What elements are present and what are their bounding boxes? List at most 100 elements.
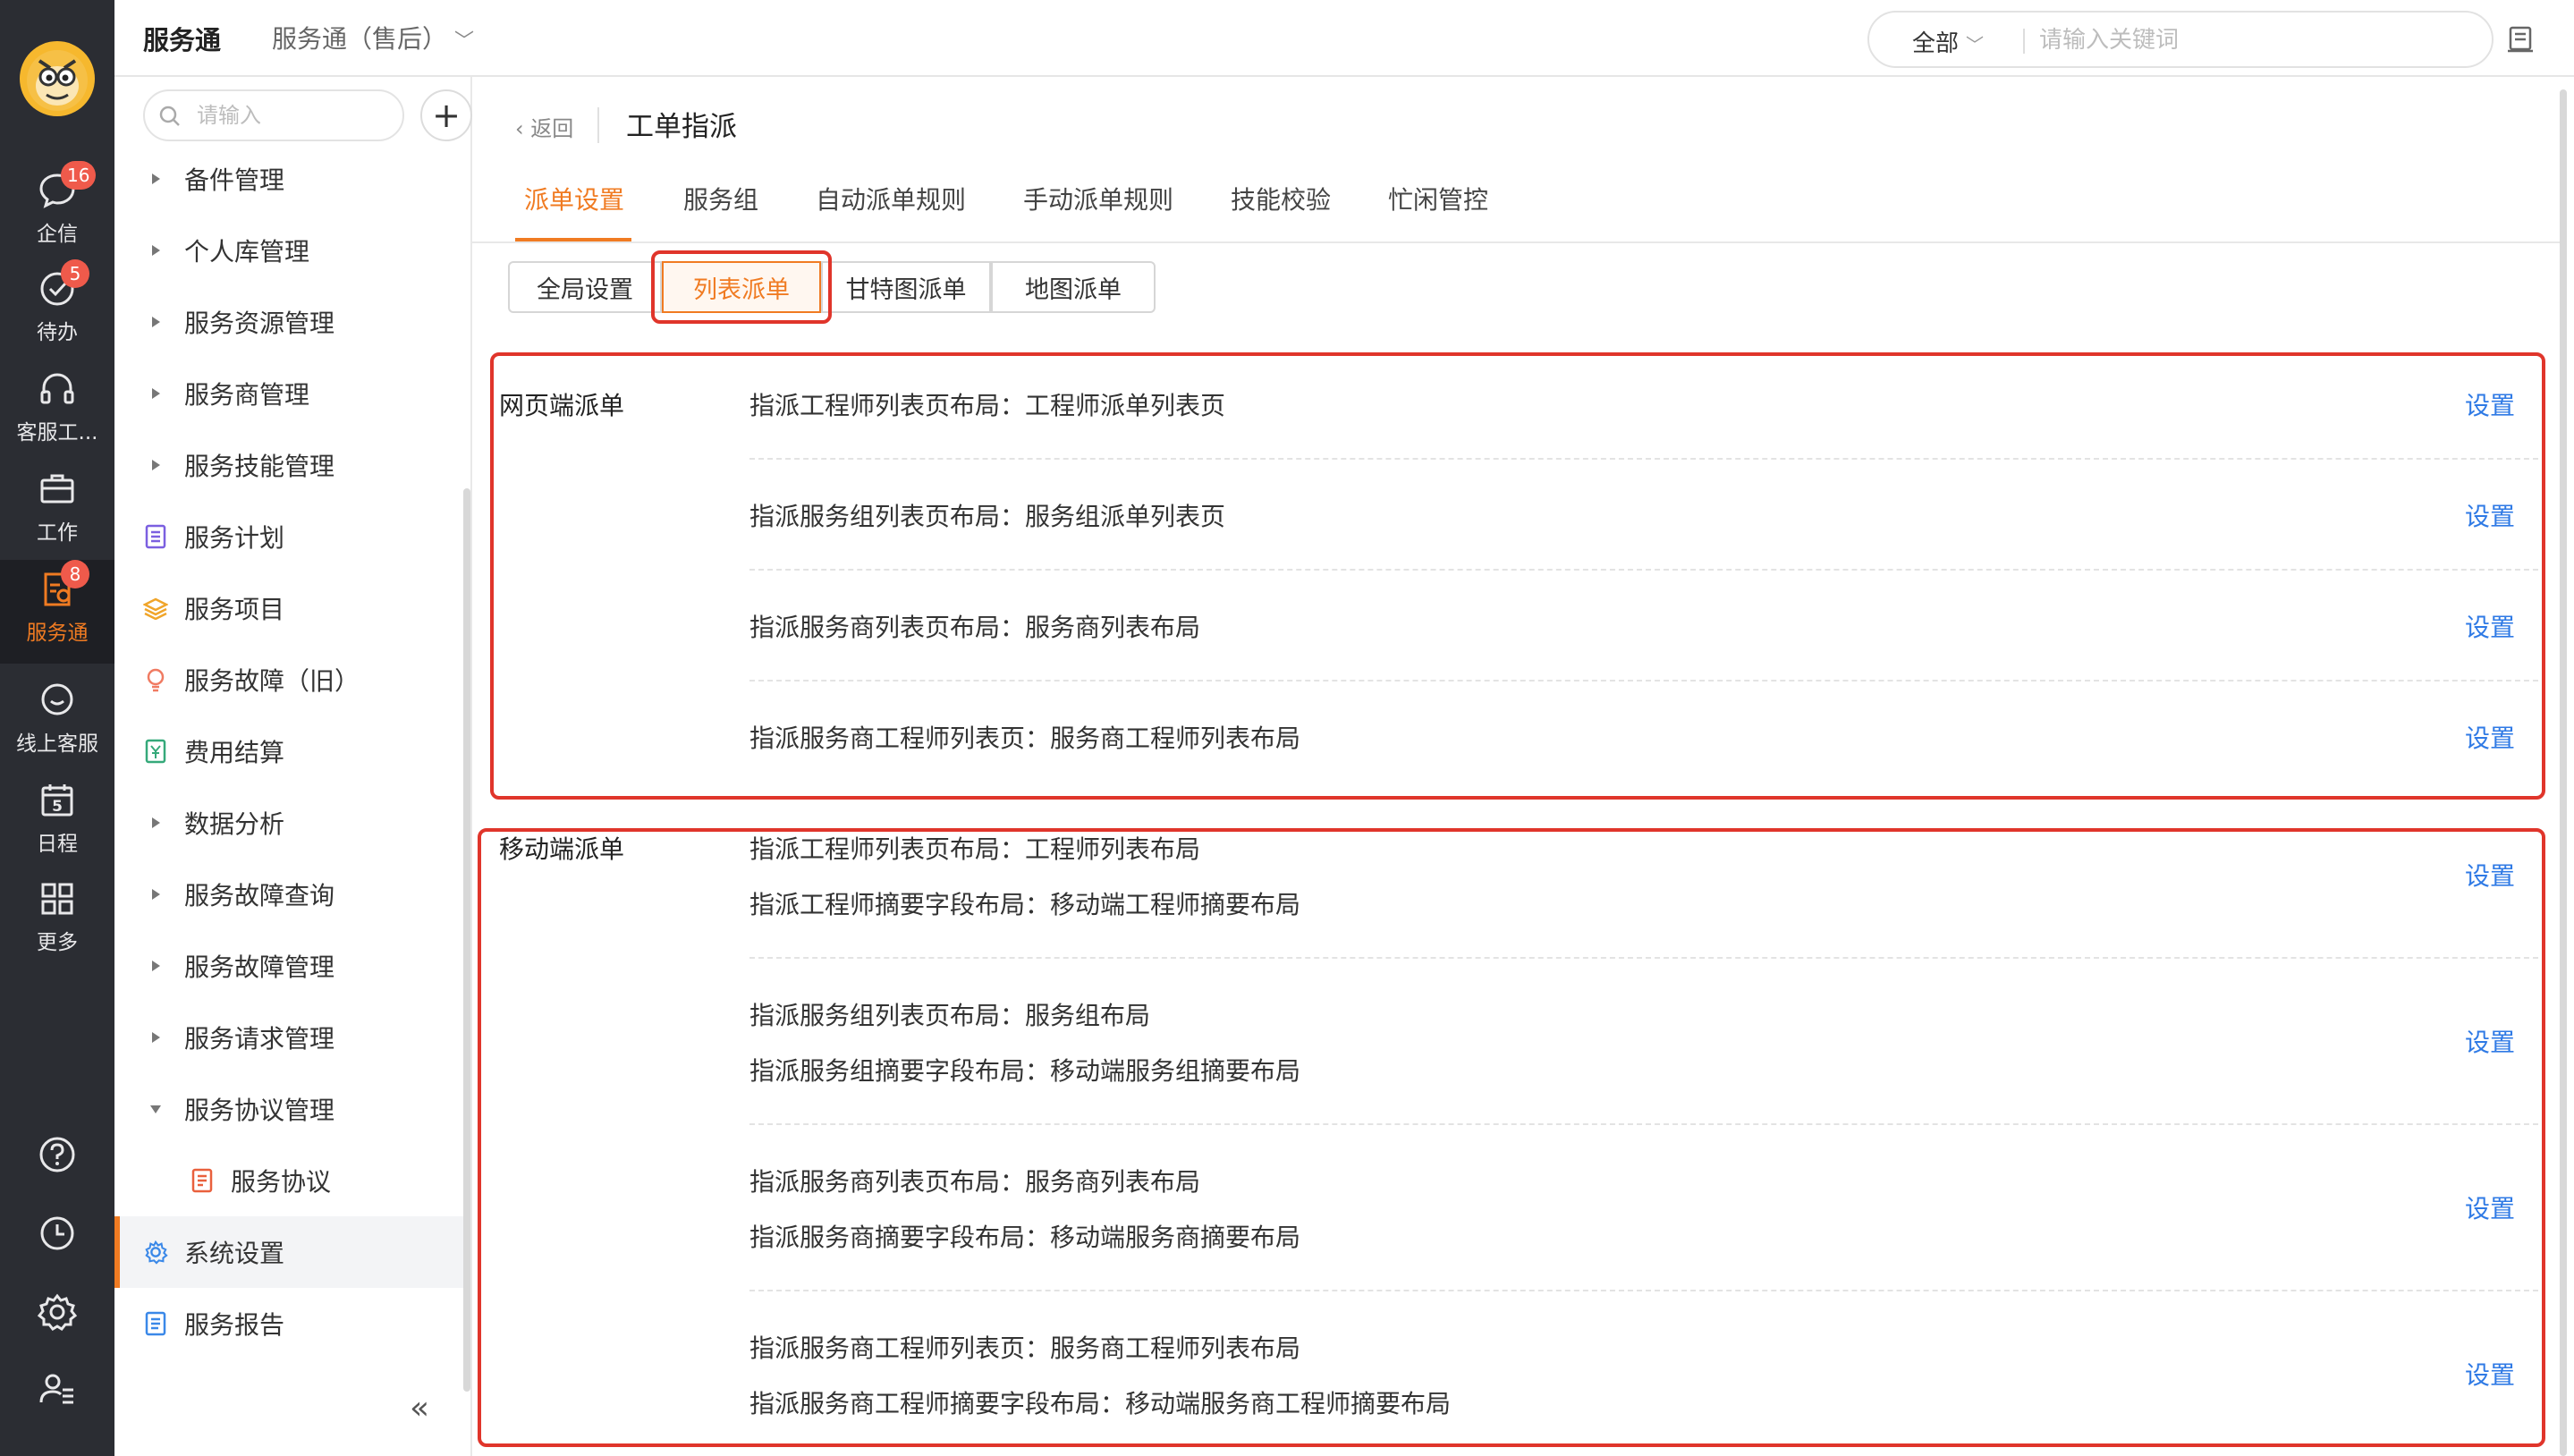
tab-manual-rules[interactable]: 手动派单规则 <box>1023 181 1173 216</box>
chevron-down-icon: ﹀ <box>454 30 475 53</box>
sidebar-item-service-report[interactable]: 服务报告 <box>114 1288 465 1359</box>
mobile-row-settings-link[interactable]: 设置 <box>2465 1356 2515 1392</box>
tab-availability[interactable]: 忙闲管控 <box>1388 181 1488 216</box>
mobile-row-line2: 指派服务组摘要字段布局：移动端服务组摘要布局 <box>749 1056 1301 1086</box>
web-row-text: 指派服务商列表页布局：服务商列表布局 <box>749 613 1201 642</box>
rail-item-online-service[interactable]: 线上客服 <box>0 671 114 767</box>
rail-item-service[interactable]: 8 服务通 <box>0 560 114 664</box>
sidebar-item-label: 费用结算 <box>184 738 285 767</box>
calendar-day: 5 <box>52 798 63 816</box>
sidebar-item-agreement[interactable]: 服务协议 <box>114 1145 465 1216</box>
history-button[interactable] <box>0 1202 114 1265</box>
sidebar-item-label: 服务协议管理 <box>184 1096 335 1125</box>
rail-item-support[interactable]: 客服工... <box>0 360 114 456</box>
web-row-settings-link[interactable]: 设置 <box>2465 719 2515 755</box>
web-row-settings-link[interactable]: 设置 <box>2465 608 2515 644</box>
mobile-row-line2: 指派服务商工程师摘要字段布局：移动端服务商工程师摘要布局 <box>749 1389 1452 1418</box>
doc-list-icon <box>190 1168 215 1193</box>
tab-dispatch-settings[interactable]: 派单设置 <box>524 181 624 216</box>
sidebar-item-label: 服务故障（旧） <box>184 666 360 696</box>
rail-item-more[interactable]: 更多 <box>0 869 114 966</box>
briefcase-icon <box>40 474 74 504</box>
sidebar-item-faults-old[interactable]: 服务故障（旧） <box>114 644 465 715</box>
module-sidebar: + 备件管理 个人库管理 服务资源管理 服务商管理 服务技能管理 服务计划 服务… <box>114 77 472 1456</box>
sidebar-item-providers[interactable]: 服务商管理 <box>114 358 465 429</box>
global-search: 全部 ﹀ <box>1867 11 2494 68</box>
mobile-section-title: 移动端派单 <box>499 834 625 864</box>
sidebar-item-personal-stock[interactable]: 个人库管理 <box>114 215 465 286</box>
app-switcher[interactable]: 服务通（售后） ﹀ <box>272 20 474 55</box>
sidebar-scrollbar[interactable] <box>463 488 470 1392</box>
rail-item-qixin[interactable]: 16 企信 <box>0 161 114 258</box>
sidebar-item-label: 服务项目 <box>184 595 285 624</box>
sidebar-item-service-resources[interactable]: 服务资源管理 <box>114 286 465 358</box>
bulb-icon <box>143 667 168 692</box>
sidebar-item-label: 系统设置 <box>184 1239 285 1268</box>
web-row-text: 指派服务组列表页布局：服务组派单列表页 <box>749 502 1226 531</box>
rail-item-todo[interactable]: 5 待办 <box>0 259 114 356</box>
sidebar-item-fault-query[interactable]: 服务故障查询 <box>114 859 465 930</box>
sidebar-search-input[interactable] <box>195 100 392 131</box>
rail-item-label: 工作 <box>37 521 78 545</box>
rail-item-label: 日程 <box>37 833 78 856</box>
profile-button[interactable] <box>0 1358 114 1420</box>
web-row-text: 指派服务商工程师列表页：服务商工程师列表布局 <box>749 724 1301 753</box>
mobile-row-line1: 指派工程师列表页布局：工程师列表布局 <box>749 834 1201 864</box>
sidebar-item-spare-parts[interactable]: 备件管理 <box>114 143 465 215</box>
divider <box>597 107 599 143</box>
sidebar-item-analytics[interactable]: 数据分析 <box>114 787 465 859</box>
collapse-sidebar-button[interactable]: « <box>410 1390 429 1426</box>
user-list-icon <box>39 1374 73 1404</box>
sidebar-item-label: 服务报告 <box>184 1310 285 1340</box>
tab-service-group[interactable]: 服务组 <box>683 181 758 216</box>
sidebar-item-settlement[interactable]: 费用结算 <box>114 715 465 787</box>
rail-item-calendar[interactable]: 5 日程 <box>0 771 114 868</box>
caret-right-icon <box>143 453 168 478</box>
mobile-row-settings-link[interactable]: 设置 <box>2465 857 2515 893</box>
calendar-icon: 5 <box>41 784 73 817</box>
back-label: 返回 <box>530 116 574 141</box>
sidebar-item-fault-management[interactable]: 服务故障管理 <box>114 930 465 1002</box>
rail-item-label: 企信 <box>37 223 78 246</box>
tab-auto-rules[interactable]: 自动派单规则 <box>816 181 966 216</box>
layers-icon <box>143 596 168 621</box>
back-link[interactable]: ‹ 返回 <box>515 111 573 142</box>
sidebar-search <box>143 89 404 141</box>
app-switcher-label: 服务通（售后） <box>272 24 448 54</box>
sidebar-item-system-settings[interactable]: 系统设置 <box>114 1216 465 1288</box>
web-section-title: 网页端派单 <box>499 391 625 420</box>
notice-icon[interactable] <box>2502 21 2538 57</box>
help-button[interactable] <box>0 1123 114 1186</box>
mobile-row-settings-link[interactable]: 设置 <box>2465 1023 2515 1059</box>
app-logo[interactable] <box>20 41 95 116</box>
sidebar-item-request-management[interactable]: 服务请求管理 <box>114 1002 465 1073</box>
caret-right-icon <box>143 810 168 835</box>
web-row-settings-link[interactable]: 设置 <box>2465 386 2515 422</box>
sidebar-item-label: 服务技能管理 <box>184 452 335 481</box>
tab-skill-check[interactable]: 技能校验 <box>1231 181 1331 216</box>
rail-badge: 16 <box>61 161 97 190</box>
sidebar-item-service-items[interactable]: 服务项目 <box>114 572 465 644</box>
main-scrollbar[interactable] <box>2560 89 2567 1456</box>
subtab-gantt-dispatch[interactable]: 甘特图派单 <box>821 261 991 313</box>
sidebar-item-service-plan[interactable]: 服务计划 <box>114 501 465 572</box>
settings-button[interactable] <box>0 1281 114 1343</box>
row-divider <box>749 1290 2538 1291</box>
rail-item-label: 客服工... <box>16 421 98 444</box>
add-button[interactable]: + <box>420 89 472 141</box>
mobile-row-settings-link[interactable]: 设置 <box>2465 1189 2515 1225</box>
subtab-global[interactable]: 全局设置 <box>508 261 662 313</box>
gear-icon <box>37 1293 78 1331</box>
web-row-settings-link[interactable]: 设置 <box>2465 497 2515 533</box>
search-scope-select[interactable]: 全部 ﹀ <box>1912 25 1984 58</box>
sidebar-item-skills[interactable]: 服务技能管理 <box>114 429 465 501</box>
sidebar-item-agreement-management[interactable]: 服务协议管理 <box>114 1073 465 1145</box>
global-search-input[interactable] <box>2037 23 2467 57</box>
chevron-down-icon: ﹀ <box>1966 34 1985 55</box>
row-divider <box>749 1123 2538 1125</box>
rail-item-work[interactable]: 工作 <box>0 460 114 556</box>
row-divider <box>749 957 2538 959</box>
subtab-map-dispatch[interactable]: 地图派单 <box>991 261 1156 313</box>
caret-down-icon <box>143 1096 168 1122</box>
report-icon <box>143 1311 168 1336</box>
